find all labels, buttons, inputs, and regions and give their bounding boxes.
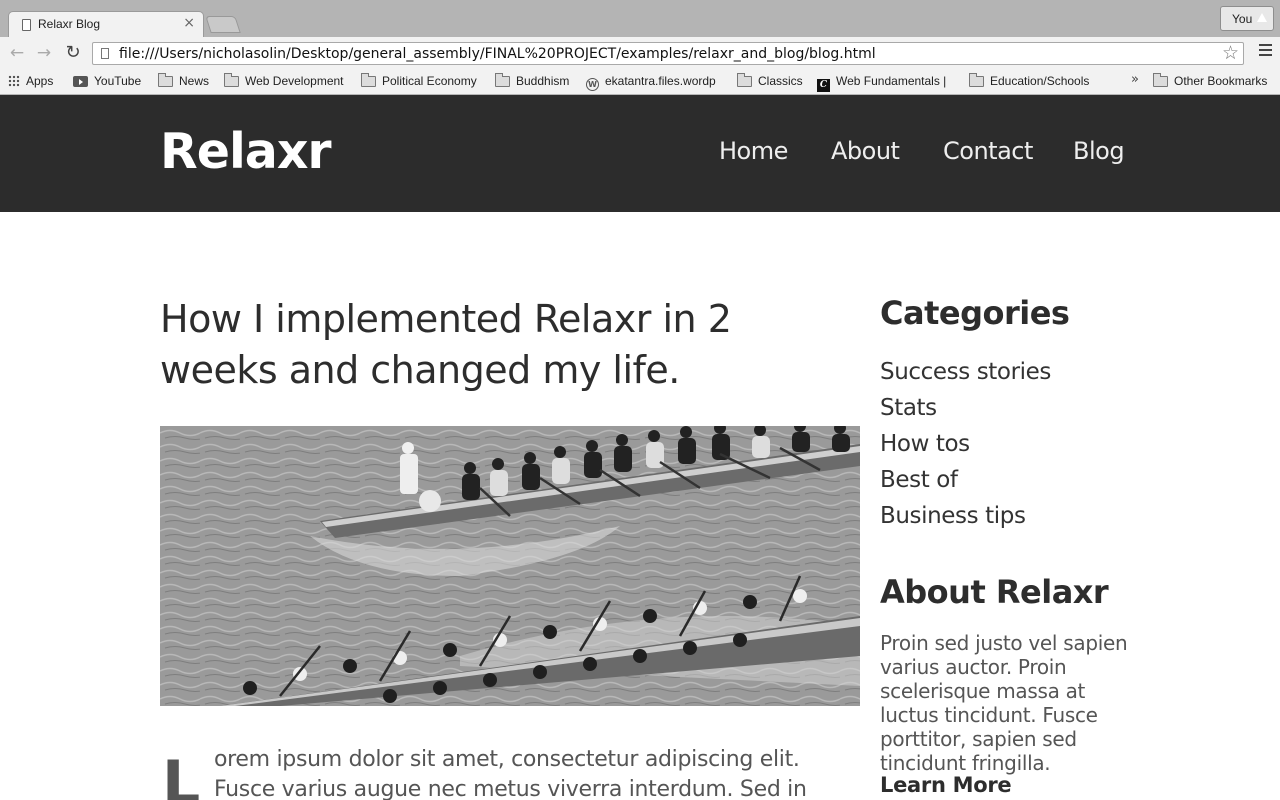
nav-home[interactable]: Home	[719, 137, 788, 165]
category-best-of[interactable]: Best of	[880, 462, 1051, 498]
back-icon[interactable]: ←	[6, 42, 28, 64]
category-success-stories[interactable]: Success stories	[880, 354, 1051, 390]
bookmark-youtube[interactable]: YouTube	[73, 74, 141, 88]
about-heading: About Relaxr	[880, 573, 1109, 611]
drop-cap: L	[162, 748, 201, 800]
post-lead-paragraph: orem ipsum dolor sit amet, consectetur a…	[214, 747, 807, 800]
warning-icon	[1257, 13, 1267, 22]
reload-icon[interactable]: ↻	[62, 42, 84, 64]
profile-label: You	[1232, 12, 1253, 26]
bookmark-label: YouTube	[94, 74, 142, 88]
nav-blog[interactable]: Blog	[1073, 137, 1125, 165]
bookmark-label: Classics	[758, 74, 803, 88]
profile-button[interactable]: You	[1220, 6, 1274, 31]
category-how-tos[interactable]: How tos	[880, 426, 1051, 462]
category-business-tips[interactable]: Business tips	[880, 498, 1051, 534]
bookmark-label: Political Economy	[382, 74, 477, 88]
bookmark-political-economy[interactable]: Political Economy	[361, 73, 477, 88]
address-bar[interactable]: file:///Users/nicholasolin/Desktop/gener…	[92, 42, 1244, 65]
tab-strip: Relaxr Blog × You	[0, 0, 1280, 37]
url-text[interactable]: file:///Users/nicholasolin/Desktop/gener…	[119, 46, 876, 62]
bookmark-label: Other Bookmarks	[1174, 74, 1268, 88]
bookmark-apps[interactable]: Apps	[8, 74, 53, 88]
tab-relaxr-blog[interactable]: Relaxr Blog ×	[8, 11, 204, 37]
codeweb-icon: C	[817, 79, 830, 92]
about-text: Proin sed justo vel sapien varius auctor…	[880, 631, 1128, 775]
close-tab-icon[interactable]: ×	[183, 15, 195, 31]
bookmark-label: Apps	[26, 74, 54, 88]
categories-list: Success stories Stats How tos Best of Bu…	[880, 354, 1051, 534]
folder-icon	[1153, 73, 1168, 87]
bookmark-label: ekatantra.files.wordp	[605, 74, 716, 88]
folder-icon	[495, 73, 510, 87]
bookmark-buddhism[interactable]: Buddhism	[495, 73, 570, 88]
bookmark-other-bookmarks[interactable]: Other Bookmarks	[1153, 73, 1268, 88]
bookmark-label: Buddhism	[516, 74, 570, 88]
folder-icon	[737, 73, 752, 87]
youtube-icon	[73, 76, 88, 87]
tab-title: Relaxr Blog	[38, 17, 101, 31]
new-tab-button[interactable]	[205, 16, 241, 33]
categories-heading: Categories	[880, 294, 1070, 332]
site-logo[interactable]: Relaxr	[160, 123, 332, 180]
learn-more-link[interactable]: Learn More	[880, 773, 1012, 797]
bookmarks-bar: Apps YouTube News Web Development Politi…	[0, 70, 1280, 95]
folder-icon	[158, 73, 173, 87]
category-stats[interactable]: Stats	[880, 390, 1051, 426]
wordpress-icon: W	[586, 78, 599, 91]
bookmark-web-development[interactable]: Web Development	[224, 73, 344, 88]
nav-contact[interactable]: Contact	[943, 137, 1033, 165]
document-icon	[22, 19, 31, 31]
browser-toolbar: ← → ↻ file:///Users/nicholasolin/Desktop…	[0, 37, 1280, 70]
dragon-boat-photo	[160, 426, 860, 706]
folder-icon	[361, 73, 376, 87]
nav-about[interactable]: About	[831, 137, 900, 165]
bookmark-label: Education/Schools	[990, 74, 1090, 88]
page-icon	[101, 48, 109, 59]
forward-icon[interactable]: →	[33, 42, 55, 64]
browser-chrome: Relaxr Blog × You ← → ↻ file:///Users/ni…	[0, 0, 1280, 95]
bookmark-star-icon[interactable]: ☆	[1222, 42, 1239, 64]
bookmark-web-fundamentals[interactable]: C Web Fundamentals |	[817, 74, 946, 92]
menu-icon[interactable]	[1259, 44, 1272, 61]
folder-icon	[969, 73, 984, 87]
bookmark-ekatantra[interactable]: Wekatantra.files.wordp	[586, 74, 716, 91]
bookmark-label: News	[179, 74, 210, 88]
apps-grid-icon	[8, 75, 20, 87]
bookmark-education-schools[interactable]: Education/Schools	[969, 73, 1090, 88]
bookmark-label: Web Fundamentals |	[836, 74, 947, 88]
bookmark-classics[interactable]: Classics	[737, 73, 803, 88]
post-hero-image	[160, 426, 860, 706]
bookmarks-overflow-button[interactable]: »	[1131, 72, 1139, 87]
folder-icon	[224, 73, 239, 87]
site-header: Relaxr Home About Contact Blog	[0, 95, 1280, 212]
bookmark-news[interactable]: News	[158, 73, 210, 88]
post-title: How I implemented Relaxr in 2 weeks and …	[160, 297, 732, 392]
bookmark-label: Web Development	[245, 74, 344, 88]
